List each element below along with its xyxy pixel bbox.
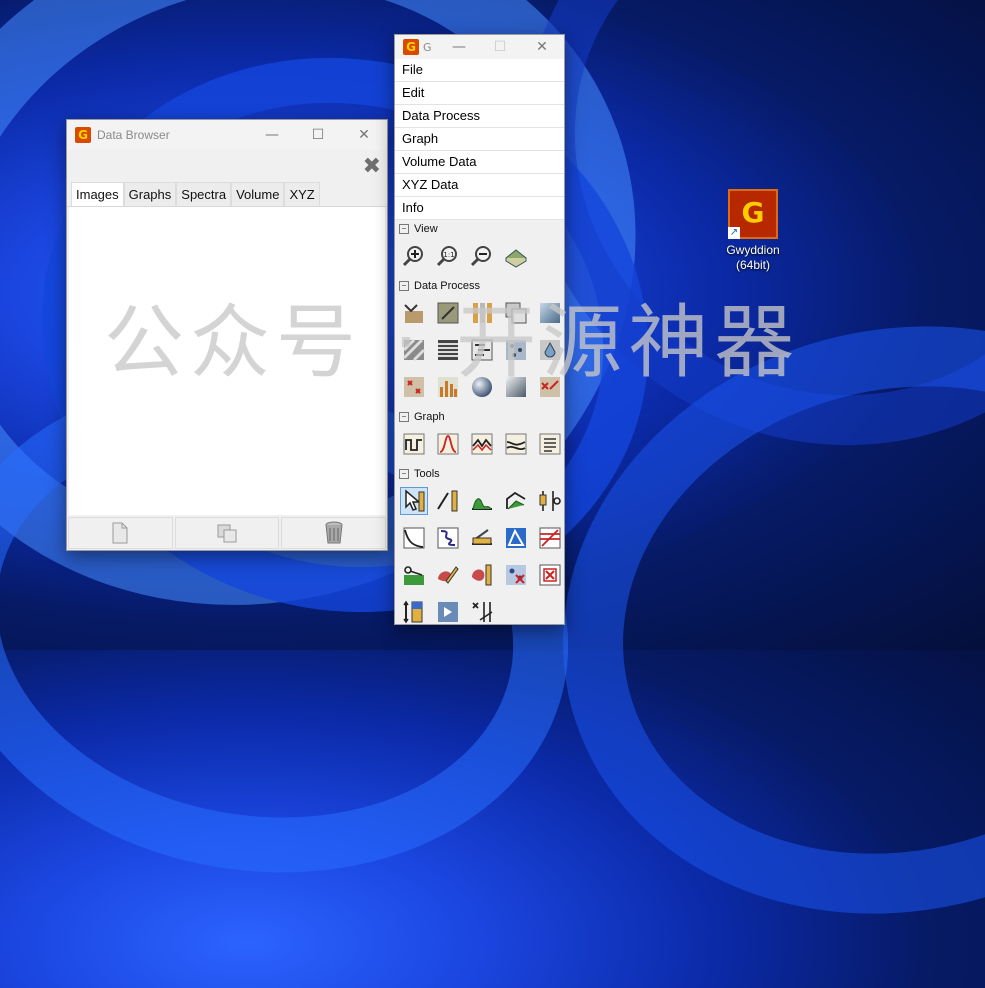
graph-cut-icon[interactable] <box>503 431 529 457</box>
maximize-button[interactable]: ☐ <box>295 120 341 150</box>
shortcut-label-line1: Gwyddion <box>726 243 780 257</box>
data-browser-title: Data Browser <box>97 128 170 142</box>
grain-tool-icon[interactable] <box>469 562 495 588</box>
data-browser-actions <box>67 516 387 550</box>
graph-export-icon[interactable] <box>537 431 563 457</box>
menu-xyz-data[interactable]: XYZ Data <box>395 174 564 197</box>
tools-icon-grid <box>395 483 564 633</box>
gwyddion-titlebar[interactable]: G G — ☐ ✕ <box>395 35 564 59</box>
levels-tool-icon[interactable] <box>503 488 529 514</box>
tab-spectra[interactable]: Spectra <box>176 182 232 206</box>
collapse-icon: − <box>399 469 409 479</box>
data-browser-tabs: Images Graphs Spectra Volume XYZ <box>67 182 387 207</box>
zoom-1to1-icon[interactable]: 1:1 <box>435 243 461 269</box>
close-button[interactable]: ✕ <box>341 120 387 150</box>
menu-graph[interactable]: Graph <box>395 128 564 151</box>
spot-remove-icon[interactable] <box>503 562 529 588</box>
read-value-icon[interactable] <box>435 599 461 625</box>
color-range-icon[interactable] <box>401 599 427 625</box>
path-tool-icon[interactable] <box>435 525 461 551</box>
gwyddion-icon: G ↗ <box>728 189 778 239</box>
data-browser-titlebar[interactable]: G Data Browser — ☐ ✕ <box>67 120 387 150</box>
menu-file[interactable]: File <box>395 59 564 82</box>
menu-info[interactable]: Info <box>395 197 564 220</box>
xy-correct-icon[interactable] <box>469 599 495 625</box>
mask-remove-icon[interactable] <box>537 562 563 588</box>
new-document-icon <box>112 522 128 544</box>
collapse-icon: − <box>399 412 409 422</box>
stats-tool-icon[interactable] <box>537 488 563 514</box>
lines-tool-icon[interactable] <box>537 525 563 551</box>
graph-peak-icon[interactable] <box>435 431 461 457</box>
shortcut-label-line2: (64bit) <box>735 258 770 272</box>
section-graph[interactable]: − Graph <box>395 408 564 426</box>
zoom-out-icon[interactable] <box>469 243 495 269</box>
gwyddion-app-icon: G <box>75 127 91 143</box>
crop-tool-icon[interactable] <box>401 562 427 588</box>
3d-view-icon[interactable] <box>503 243 529 269</box>
section-tools[interactable]: − Tools <box>395 465 564 483</box>
tab-volume[interactable]: Volume <box>231 182 285 206</box>
minimize-button[interactable]: — <box>438 35 480 59</box>
duplicate-icon <box>217 524 237 543</box>
section-tools-label: Tools <box>414 468 440 480</box>
delete-button[interactable] <box>281 517 387 549</box>
duplicate-button[interactable] <box>174 517 280 549</box>
svg-text:1:1: 1:1 <box>443 251 454 259</box>
watermark-text: 公众号 · 开源神器 <box>104 296 801 389</box>
tab-images[interactable]: Images <box>71 182 124 206</box>
menu-edit[interactable]: Edit <box>395 82 564 105</box>
tab-xyz[interactable]: XYZ <box>284 182 320 206</box>
trash-icon <box>325 521 343 544</box>
triangle-tool-icon[interactable] <box>503 525 529 551</box>
graph-icon-grid <box>395 426 564 465</box>
zoom-in-icon[interactable] <box>401 243 427 269</box>
section-view[interactable]: − View <box>395 220 564 238</box>
pointer-tool-icon[interactable] <box>400 487 428 515</box>
section-view-label: View <box>414 223 438 235</box>
collapse-icon: − <box>399 224 409 234</box>
menu-volume-data[interactable]: Volume Data <box>395 151 564 174</box>
graph-fit-icon[interactable] <box>401 431 427 457</box>
mask-pencil-icon[interactable] <box>435 562 461 588</box>
gwyddion-title: G <box>423 40 432 54</box>
profile-tool-icon[interactable] <box>469 488 495 514</box>
spectro-tool-icon[interactable] <box>469 525 495 551</box>
view-icon-grid: 1:1 <box>395 238 564 277</box>
graph-measure-icon[interactable] <box>469 431 495 457</box>
maximize-button: ☐ <box>493 39 507 55</box>
new-document-button[interactable] <box>68 517 173 549</box>
close-file-icon[interactable]: ✖ <box>363 154 381 179</box>
minimize-button[interactable]: — <box>249 120 295 150</box>
menu-data-process[interactable]: Data Process <box>395 105 564 128</box>
tab-graphs[interactable]: Graphs <box>123 182 177 206</box>
distance-tool-icon[interactable] <box>435 488 461 514</box>
shortcut-arrow-icon: ↗ <box>728 227 740 239</box>
gwyddion-desktop-shortcut[interactable]: G ↗ Gwyddion (64bit) <box>714 189 792 273</box>
close-button[interactable]: ✕ <box>520 35 564 59</box>
section-graph-label: Graph <box>414 411 445 423</box>
gwyddion-app-icon: G <box>403 39 419 55</box>
curve-tool-icon[interactable] <box>401 525 427 551</box>
